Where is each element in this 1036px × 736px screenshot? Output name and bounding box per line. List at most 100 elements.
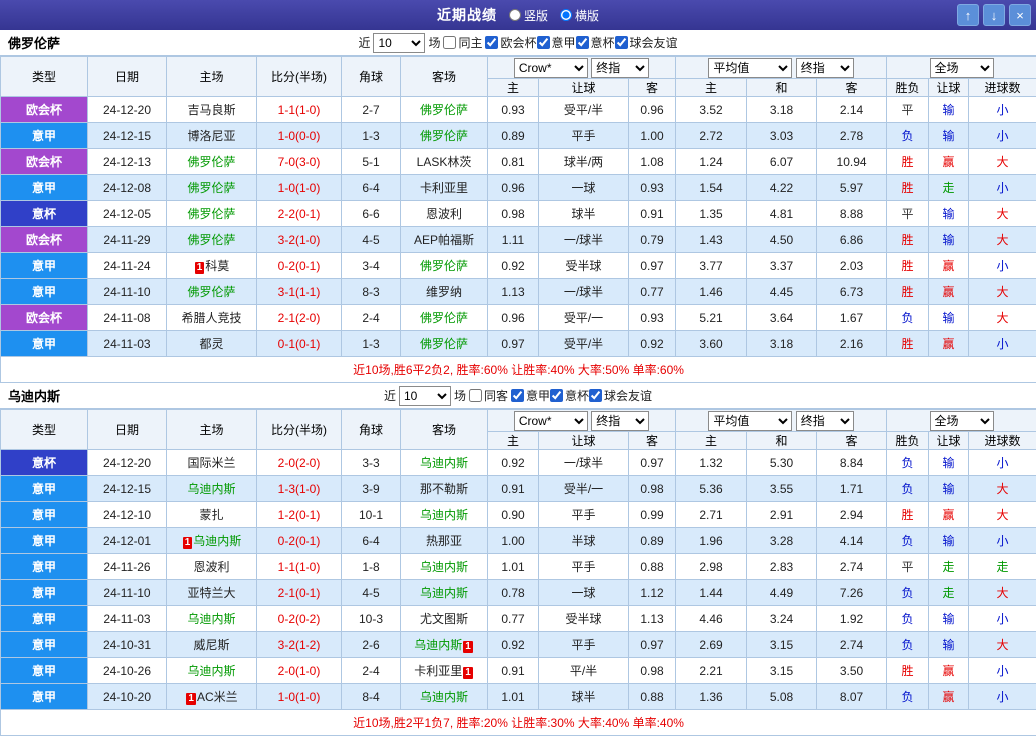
scroll-up-button[interactable]: ↑ <box>957 4 979 26</box>
vertical-radio-label: 竖版 <box>524 7 548 24</box>
home-team: 佛罗伦萨 <box>167 279 257 305</box>
same-side-checkbox[interactable] <box>469 389 482 402</box>
league-label: 意甲 <box>526 387 550 404</box>
fullmatch-select[interactable]: 全场 <box>930 58 994 78</box>
odds-home: 1.11 <box>488 227 539 253</box>
match-row: 意甲24-11-03都灵0-1(0-1)1-3佛罗伦萨0.97受平/半0.923… <box>1 331 1036 357</box>
away-team: LASK林茨 <box>401 149 488 175</box>
odds-source-select[interactable]: Crow* <box>514 58 588 78</box>
odds-home: 0.91 <box>488 658 539 684</box>
league-filter[interactable]: 意甲 <box>537 34 576 51</box>
avg-home-odds: 1.35 <box>676 201 747 227</box>
avg-home-odds: 5.36 <box>676 476 747 502</box>
odds-away: 0.79 <box>629 227 676 253</box>
league-filter[interactable]: 意杯 <box>550 387 589 404</box>
avg-draw-odds: 2.91 <box>747 502 817 528</box>
league-checkbox[interactable] <box>485 36 498 49</box>
fullmatch-select[interactable]: 全场 <box>930 411 994 431</box>
competition-badge: 意甲 <box>1 580 88 606</box>
match-row: 欧会杯24-12-20吉马良斯1-1(1-0)2-7佛罗伦萨0.93受平/半0.… <box>1 97 1036 123</box>
handicap-line: 球半 <box>539 684 629 710</box>
avg-away-odds: 2.16 <box>817 331 887 357</box>
scroll-down-button[interactable]: ↓ <box>983 4 1005 26</box>
away-team: 乌迪内斯1 <box>401 632 488 658</box>
odds-stage-select[interactable]: 终指 <box>591 58 649 78</box>
league-filter[interactable]: 球会友谊 <box>615 34 678 51</box>
result-handicap: 输 <box>929 305 969 331</box>
close-button[interactable]: × <box>1009 4 1031 26</box>
layout-horizontal-option[interactable]: 横版 <box>560 7 599 24</box>
red-card-badge: 1 <box>186 693 196 705</box>
result-outcome: 负 <box>887 580 929 606</box>
handicap-line: 平手 <box>539 502 629 528</box>
league-checkbox[interactable] <box>589 389 602 402</box>
avg-home-odds: 2.72 <box>676 123 747 149</box>
odds-home: 1.00 <box>488 528 539 554</box>
league-filter[interactable]: 意甲 <box>511 387 550 404</box>
away-team: 热那亚 <box>401 528 488 554</box>
odds-source-select[interactable]: Crow* <box>514 411 588 431</box>
league-checkbox[interactable] <box>615 36 628 49</box>
avg-draw-odds: 3.64 <box>747 305 817 331</box>
league-checkbox[interactable] <box>537 36 550 49</box>
avg-stage-select[interactable]: 终指 <box>796 58 854 78</box>
avg-stage-select[interactable]: 终指 <box>796 411 854 431</box>
same-side-filter[interactable]: 同主 <box>443 34 482 51</box>
col-away: 客场 <box>401 410 488 450</box>
corner-score: 8-4 <box>342 684 401 710</box>
match-row: 意甲24-11-03乌迪内斯0-2(0-2)10-3尤文图斯0.77受半球1.1… <box>1 606 1036 632</box>
league-checkbox[interactable] <box>576 36 589 49</box>
same-side-filter[interactable]: 同客 <box>469 387 508 404</box>
league-checkbox[interactable] <box>511 389 524 402</box>
same-side-label: 同主 <box>458 34 482 51</box>
odds-stage-select[interactable]: 终指 <box>591 411 649 431</box>
avg-source-select[interactable]: 平均值 <box>708 411 792 431</box>
result-outcome: 胜 <box>887 227 929 253</box>
avg-away-odds: 8.88 <box>817 201 887 227</box>
horizontal-radio[interactable] <box>560 9 572 21</box>
same-side-checkbox[interactable] <box>443 36 456 49</box>
away-team-name: 乌迪内斯 <box>420 508 468 522</box>
corner-score: 3-3 <box>342 450 401 476</box>
home-team-name: 都灵 <box>199 337 223 351</box>
layout-vertical-option[interactable]: 竖版 <box>509 7 548 24</box>
league-filter[interactable]: 欧会杯 <box>485 34 536 51</box>
match-date: 24-12-05 <box>88 201 167 227</box>
col-result: 胜负 <box>887 432 929 450</box>
vertical-radio[interactable] <box>509 9 521 21</box>
league-filter[interactable]: 球会友谊 <box>589 387 652 404</box>
competition-badge: 意甲 <box>1 632 88 658</box>
competition-badge: 意甲 <box>1 606 88 632</box>
home-team: 1科莫 <box>167 253 257 279</box>
avg-away-odds: 4.14 <box>817 528 887 554</box>
home-team: 国际米兰 <box>167 450 257 476</box>
match-date: 24-12-15 <box>88 476 167 502</box>
games-count-select[interactable]: 10 <box>373 33 425 53</box>
match-score: 1-3(1-0) <box>257 476 342 502</box>
competition-badge: 欧会杯 <box>1 305 88 331</box>
corner-score: 1-3 <box>342 331 401 357</box>
avg-home-odds: 1.24 <box>676 149 747 175</box>
team-section: 佛罗伦萨 近 10 场 同主 欧会杯意甲意杯球会友谊 类型 日期 <box>0 30 1036 383</box>
home-team-name: 国际米兰 <box>187 456 235 470</box>
col-date: 日期 <box>88 410 167 450</box>
header-group-row: 类型 日期 主场 比分(半场) 角球 客场 Crow* 终指 平均值 <box>1 410 1036 432</box>
home-team: 佛罗伦萨 <box>167 149 257 175</box>
col-handicap-result: 让球 <box>929 79 969 97</box>
away-team-name: 热那亚 <box>426 534 462 548</box>
result-handicap: 赢 <box>929 331 969 357</box>
avg-source-select[interactable]: 平均值 <box>708 58 792 78</box>
avg-draw-odds: 3.03 <box>747 123 817 149</box>
home-team-name: 威尼斯 <box>193 638 229 652</box>
match-score: 0-2(0-1) <box>257 528 342 554</box>
col-score: 比分(半场) <box>257 410 342 450</box>
avg-home-odds: 1.54 <box>676 175 747 201</box>
league-checkbox[interactable] <box>550 389 563 402</box>
match-score: 1-1(1-0) <box>257 554 342 580</box>
avg-draw-odds: 3.24 <box>747 606 817 632</box>
result-outcome: 负 <box>887 450 929 476</box>
col-home: 主场 <box>167 57 257 97</box>
league-filter[interactable]: 意杯 <box>576 34 615 51</box>
games-count-select[interactable]: 10 <box>399 386 451 406</box>
competition-badge: 意甲 <box>1 279 88 305</box>
